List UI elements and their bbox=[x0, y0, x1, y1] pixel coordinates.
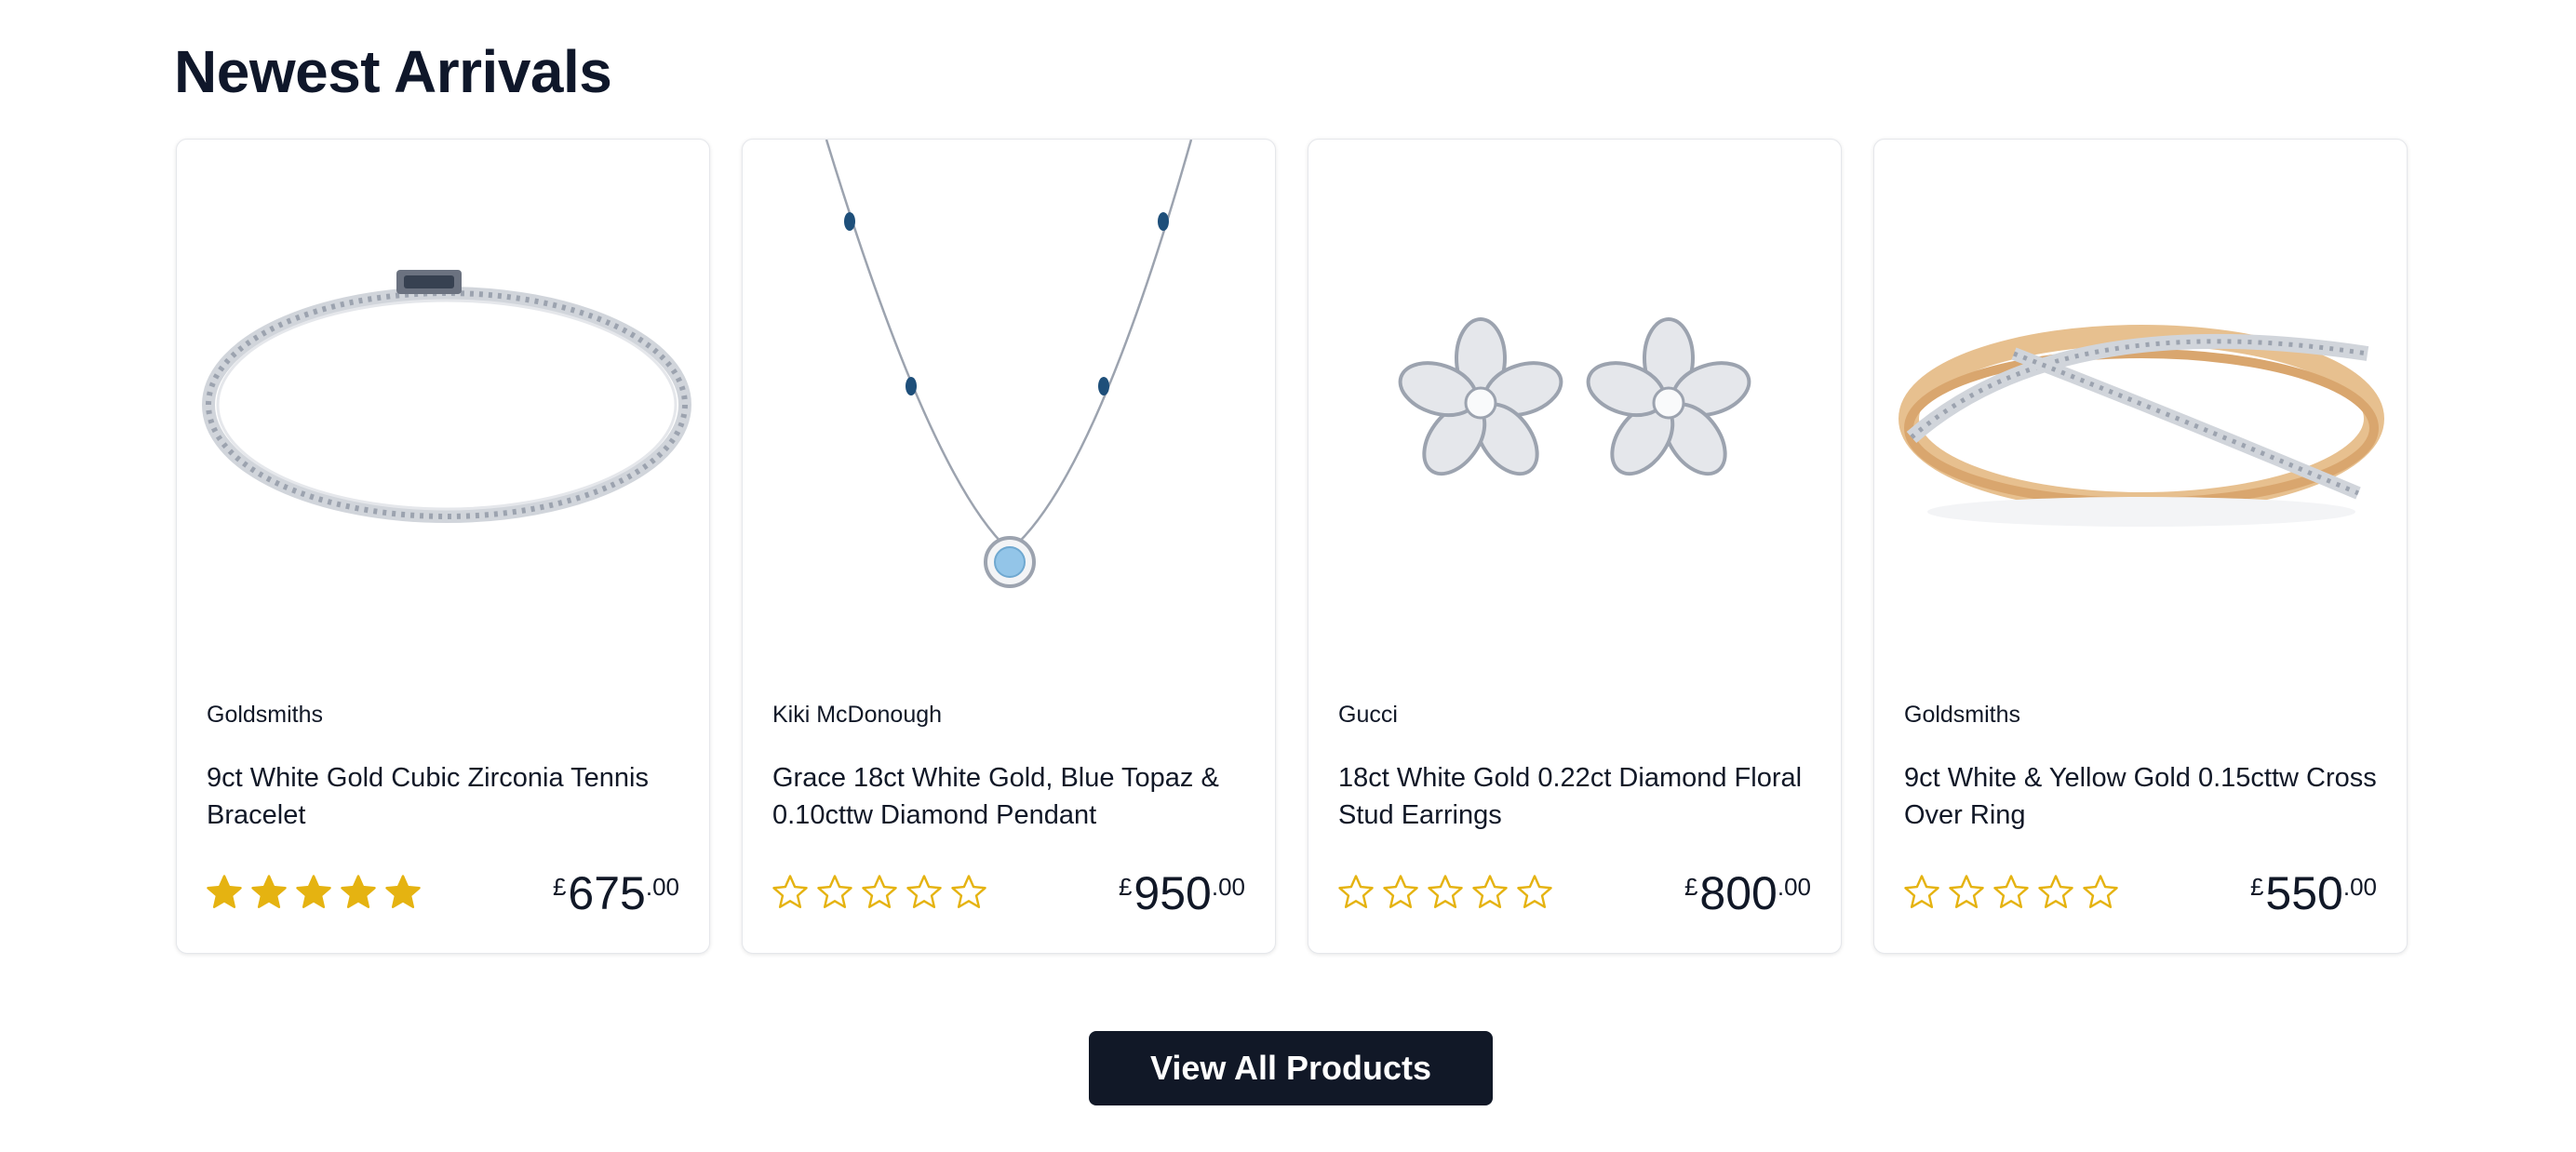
product-card[interactable]: Goldsmiths 9ct White Gold Cubic Zirconia… bbox=[176, 139, 710, 954]
product-price: £ 675 .00 bbox=[553, 867, 679, 919]
product-brand: Kiki McDonough bbox=[772, 702, 943, 728]
price-whole: 550 bbox=[2265, 867, 2343, 919]
view-all-products-button[interactable]: View All Products bbox=[1089, 1031, 1493, 1105]
star-rating bbox=[1902, 873, 2120, 912]
price-cents: .00 bbox=[645, 873, 679, 901]
product-name[interactable]: 9ct White & Yellow Gold 0.15cttw Cross O… bbox=[1904, 759, 2379, 834]
star-outline-icon bbox=[906, 875, 942, 908]
product-brand: Goldsmiths bbox=[1904, 702, 2021, 728]
price-whole: 950 bbox=[1134, 867, 1212, 919]
tennis-bracelet-image[interactable] bbox=[177, 140, 709, 661]
star-outline-icon bbox=[1904, 875, 1939, 908]
star-outline-icon bbox=[1472, 875, 1508, 908]
star-outline-icon bbox=[2038, 875, 2073, 908]
cross-over-ring-image[interactable] bbox=[1874, 140, 2407, 661]
pendant-necklace-image[interactable] bbox=[743, 140, 1275, 661]
price-whole: 675 bbox=[568, 867, 646, 919]
product-card[interactable]: Kiki McDonough Grace 18ct White Gold, Bl… bbox=[742, 139, 1276, 954]
star-outline-icon bbox=[1338, 875, 1374, 908]
product-brand: Gucci bbox=[1338, 702, 1398, 728]
star-outline-icon bbox=[1993, 875, 2029, 908]
section-title: Newest Arrivals bbox=[174, 38, 612, 105]
star-filled-icon bbox=[341, 875, 376, 908]
star-outline-icon bbox=[1949, 875, 1984, 908]
star-outline-icon bbox=[862, 875, 897, 908]
newest-arrivals-section: Newest Arrivals Goldsmiths 9ct White Gol… bbox=[0, 0, 2576, 1152]
star-outline-icon bbox=[951, 875, 986, 908]
product-name[interactable]: Grace 18ct White Gold, Blue Topaz & 0.10… bbox=[772, 759, 1247, 834]
price-cents: .00 bbox=[1777, 873, 1811, 901]
product-card[interactable]: Gucci 18ct White Gold 0.22ct Diamond Flo… bbox=[1308, 139, 1842, 954]
star-rating bbox=[205, 873, 423, 912]
product-price: £ 550 .00 bbox=[2250, 867, 2377, 919]
product-grid: Goldsmiths 9ct White Gold Cubic Zirconia… bbox=[176, 139, 2408, 954]
price-cents: .00 bbox=[2342, 873, 2377, 901]
star-outline-icon bbox=[2083, 875, 2118, 908]
flower-earrings-image[interactable] bbox=[1308, 140, 1841, 661]
star-outline-icon bbox=[1428, 875, 1463, 908]
product-card[interactable]: Goldsmiths 9ct White & Yellow Gold 0.15c… bbox=[1873, 139, 2408, 954]
star-filled-icon bbox=[296, 875, 331, 908]
star-outline-icon bbox=[1383, 875, 1418, 908]
star-outline-icon bbox=[817, 875, 852, 908]
product-name[interactable]: 9ct White Gold Cubic Zirconia Tennis Bra… bbox=[207, 759, 681, 834]
star-rating bbox=[771, 873, 988, 912]
star-outline-icon bbox=[1517, 875, 1552, 908]
star-filled-icon bbox=[385, 875, 421, 908]
star-outline-icon bbox=[772, 875, 808, 908]
product-price: £ 950 .00 bbox=[1119, 867, 1245, 919]
star-filled-icon bbox=[251, 875, 287, 908]
currency-symbol: £ bbox=[1684, 873, 1698, 901]
star-rating bbox=[1336, 873, 1554, 912]
product-name[interactable]: 18ct White Gold 0.22ct Diamond Floral St… bbox=[1338, 759, 1813, 834]
product-brand: Goldsmiths bbox=[207, 702, 324, 728]
currency-symbol: £ bbox=[552, 873, 567, 901]
star-filled-icon bbox=[207, 875, 242, 908]
price-cents: .00 bbox=[1211, 873, 1245, 901]
product-price: £ 800 .00 bbox=[1684, 867, 1811, 919]
currency-symbol: £ bbox=[2249, 873, 2264, 901]
currency-symbol: £ bbox=[1118, 873, 1133, 901]
price-whole: 800 bbox=[1699, 867, 1778, 919]
